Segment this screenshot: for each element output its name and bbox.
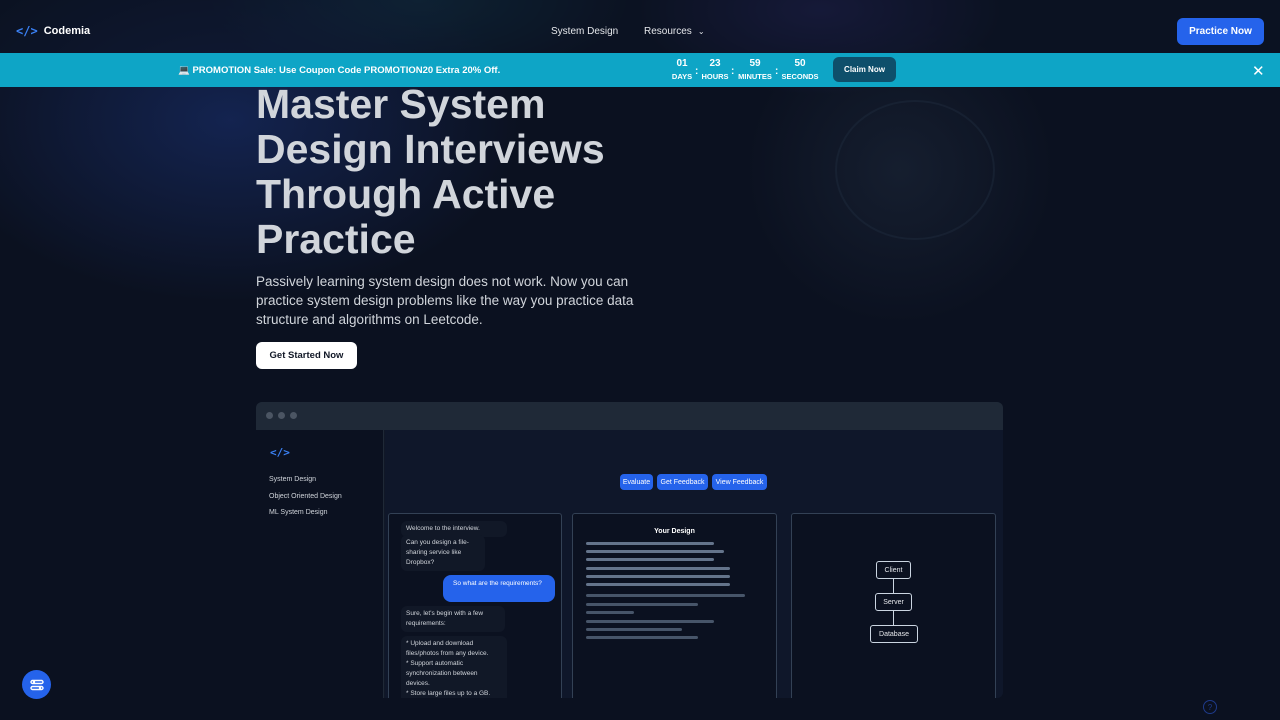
text-line — [586, 594, 745, 597]
brand-logo[interactable]: </> Codemia — [16, 24, 90, 38]
text-line — [586, 611, 634, 614]
chat-message-user: So what are the requirements? — [443, 575, 555, 602]
countdown-minutes: 59 MINUTES — [736, 58, 774, 81]
window-dot — [278, 412, 285, 419]
sidebar-item-system-design[interactable]: System Design — [269, 476, 316, 483]
window-titlebar — [256, 402, 1003, 430]
chat-message-bot: * Upload and download files/photos from … — [401, 636, 507, 698]
help-icon[interactable]: ? — [1203, 700, 1217, 714]
text-line — [586, 583, 730, 586]
countdown-hours-value: 23 — [709, 58, 721, 69]
countdown-seconds-value: 50 — [794, 58, 806, 69]
text-line — [586, 620, 714, 623]
sliders-glyph — [29, 679, 44, 690]
design-panel-title: Your Design — [654, 528, 695, 535]
hero-title-line: Practice — [256, 216, 416, 262]
chat-panel: Welcome to the interview. Can you design… — [388, 513, 562, 698]
get-started-button[interactable]: Get Started Now — [256, 342, 357, 369]
hero-title: Master System Design Interviews Through … — [256, 82, 676, 262]
countdown-separator: : — [695, 66, 699, 77]
chat-message-bot: Can you design a file-sharing service li… — [401, 535, 485, 571]
diagram-node-client[interactable]: Client — [876, 561, 911, 579]
evaluate-button[interactable]: Evaluate — [620, 474, 653, 490]
hero-title-line: Master System — [256, 81, 546, 127]
countdown-hours-label: HOURS — [701, 72, 729, 81]
countdown-hours: 23 HOURS — [700, 58, 730, 81]
close-icon[interactable]: ✕ — [1252, 62, 1265, 80]
chat-message-bot: Sure, let's begin with a few requirement… — [401, 606, 505, 632]
countdown-separator: : — [731, 66, 735, 77]
chevron-down-icon: ⌄ — [697, 27, 705, 36]
nav-link-system-design[interactable]: System Design — [551, 26, 618, 37]
text-line — [586, 636, 698, 639]
code-brackets-icon: </> — [16, 24, 38, 38]
design-panel: Your Design — [572, 513, 777, 698]
preview-main: Evaluate Get Feedback View Feedback Welc… — [385, 430, 1003, 698]
app-preview-window: </> System Design Object Oriented Design… — [256, 402, 1003, 698]
countdown-days: 01 DAYS — [671, 58, 693, 81]
text-line — [586, 550, 724, 553]
window-dot — [266, 412, 273, 419]
decorative-ring — [835, 100, 995, 240]
practice-now-button[interactable]: Practice Now — [1177, 18, 1264, 45]
nav-link-resources[interactable]: Resources ⌄ — [644, 26, 705, 37]
promo-text: 💻 PROMOTION Sale: Use Coupon Code PROMOT… — [178, 65, 501, 76]
diagram-connector — [893, 611, 894, 625]
countdown-minutes-value: 59 — [749, 58, 761, 69]
nav-link-resources-label: Resources — [644, 26, 692, 37]
diagram-node-database[interactable]: Database — [870, 625, 918, 643]
diagram-connector — [893, 579, 894, 593]
get-feedback-button[interactable]: Get Feedback — [657, 474, 708, 490]
countdown-minutes-label: MINUTES — [738, 72, 772, 81]
hero-subtitle: Passively learning system design does no… — [256, 274, 634, 327]
countdown-separator: : — [775, 66, 779, 77]
view-feedback-button[interactable]: View Feedback — [712, 474, 767, 490]
claim-now-button[interactable]: Claim Now — [833, 57, 896, 82]
text-line — [586, 567, 730, 570]
text-line — [586, 575, 730, 578]
hero-title-line: Through Active — [256, 171, 556, 217]
settings-sliders-icon[interactable] — [22, 670, 51, 699]
text-line — [586, 603, 698, 606]
sidebar-item-ml-system-design[interactable]: ML System Design — [269, 509, 327, 516]
window-dot — [290, 412, 297, 419]
hero-title-line: Design Interviews — [256, 126, 605, 172]
sidebar-item-object-oriented-design[interactable]: Object Oriented Design — [269, 493, 342, 500]
top-nav: </> Codemia System Design Resources ⌄ Pra… — [0, 0, 1280, 53]
text-line — [586, 628, 682, 631]
code-brackets-icon: </> — [270, 446, 290, 459]
countdown-days-value: 01 — [676, 58, 688, 69]
brand-name: Codemia — [43, 25, 91, 37]
diagram-panel: Client Server Database — [791, 513, 996, 698]
countdown-days-label: DAYS — [671, 72, 693, 81]
text-line — [586, 542, 714, 545]
diagram-node-server[interactable]: Server — [875, 593, 912, 611]
preview-sidebar: </> System Design Object Oriented Design… — [256, 430, 384, 698]
countdown-seconds-label: SECONDS — [781, 72, 819, 81]
countdown-seconds: 50 SECONDS — [780, 58, 820, 81]
text-line — [586, 558, 714, 561]
